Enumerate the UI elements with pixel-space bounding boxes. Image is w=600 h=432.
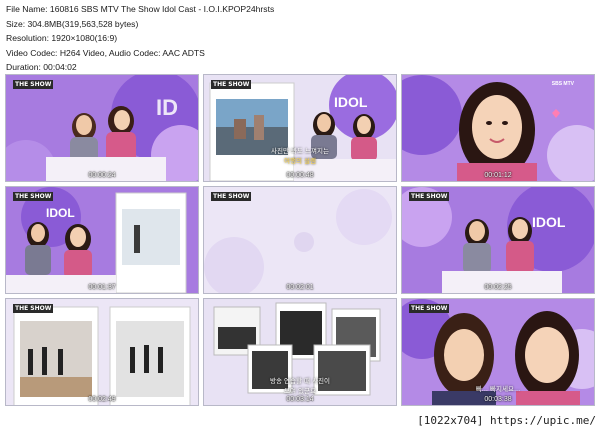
the-show-logo: THE SHOW <box>211 80 252 89</box>
svg-text:IDOL: IDOL <box>334 94 368 110</box>
the-show-logo: THE SHOW <box>211 192 252 201</box>
timestamp: 00:02:01 <box>286 284 314 291</box>
timestamp: 00:02:49 <box>88 396 116 403</box>
timestamp: 00:03:38 <box>484 396 512 403</box>
file-name: File Name: 160816 SBS MTV The Show Idol … <box>6 4 275 14</box>
file-size: Size: 304.8MB(319,563,528 bytes) <box>6 18 139 29</box>
channel-logo: SBS MTV <box>551 81 574 87</box>
subtitle-bottom: 모여 있군요 <box>284 387 316 395</box>
thumbnail-9: THE SHOW 빠... 빠지세요... 00:03:38 <box>401 298 595 406</box>
subtitle-top: 사진만 봐도 느껴지는 <box>271 147 329 155</box>
timestamp: 00:00:48 <box>286 172 314 179</box>
file-codec: Video Codec: H264 Video, Audio Codec: AA… <box>6 47 205 58</box>
file-resolution: Resolution: 1920×1080(16:9) <box>6 33 118 44</box>
the-show-logo: THE SHOW <box>13 80 54 89</box>
subtitle-bottom: 여행의 설렘 <box>284 157 316 165</box>
timestamp: 00:01:37 <box>88 284 116 291</box>
timestamp: 00:01:12 <box>484 172 512 179</box>
the-show-logo: THE SHOW <box>13 192 54 201</box>
svg-text:IDOL: IDOL <box>46 206 75 220</box>
svg-text:ID: ID <box>156 95 178 120</box>
thumbnail-2: IDOL THE SHOW 사진만 봐도 느껴지는 여행의 설렘 00:00:4… <box>203 74 397 182</box>
timestamp: 00:02:25 <box>484 284 512 291</box>
thumbnail-6: IDOL THE SHOW 00:02:25 <box>401 186 595 294</box>
the-show-logo: THE SHOW <box>13 304 54 313</box>
watermark: [1022x704] https://upic.me/ <box>417 414 596 427</box>
subtitle-top: 방송 연습할 때 사진이 <box>269 377 331 385</box>
subtitle-top: 빠... 빠지세요... <box>475 385 521 393</box>
the-show-logo: THE SHOW <box>409 192 450 201</box>
thumbnail-1: ID THE SHOW 00:00:24 <box>5 74 199 182</box>
thumbnail-4: IDOL THE SHOW 00:01:37 <box>5 186 199 294</box>
timestamp: 00:00:24 <box>88 172 116 179</box>
svg-text:IDOL: IDOL <box>532 214 566 230</box>
thumbnail-5: THE SHOW 00:02:01 <box>203 186 397 294</box>
timestamp: 00:03:14 <box>286 396 314 403</box>
the-show-logo: THE SHOW <box>409 304 450 313</box>
thumbnail-8: 방송 연습할 때 사진이 모여 있군요 00:03:14 <box>203 298 397 406</box>
thumbnail-grid: ID THE SHOW 00:00:24 IDOL THE SHOW 사진만 봐… <box>5 74 595 408</box>
thumbnail-7: THE SHOW 00:02:49 <box>5 298 199 406</box>
file-info: File Name: 160816 SBS MTV The Show Idol … <box>6 2 274 75</box>
file-duration: Duration: 00:04:02 <box>6 62 77 73</box>
thumbnail-3: SBS MTV 00:01:12 <box>401 74 595 182</box>
